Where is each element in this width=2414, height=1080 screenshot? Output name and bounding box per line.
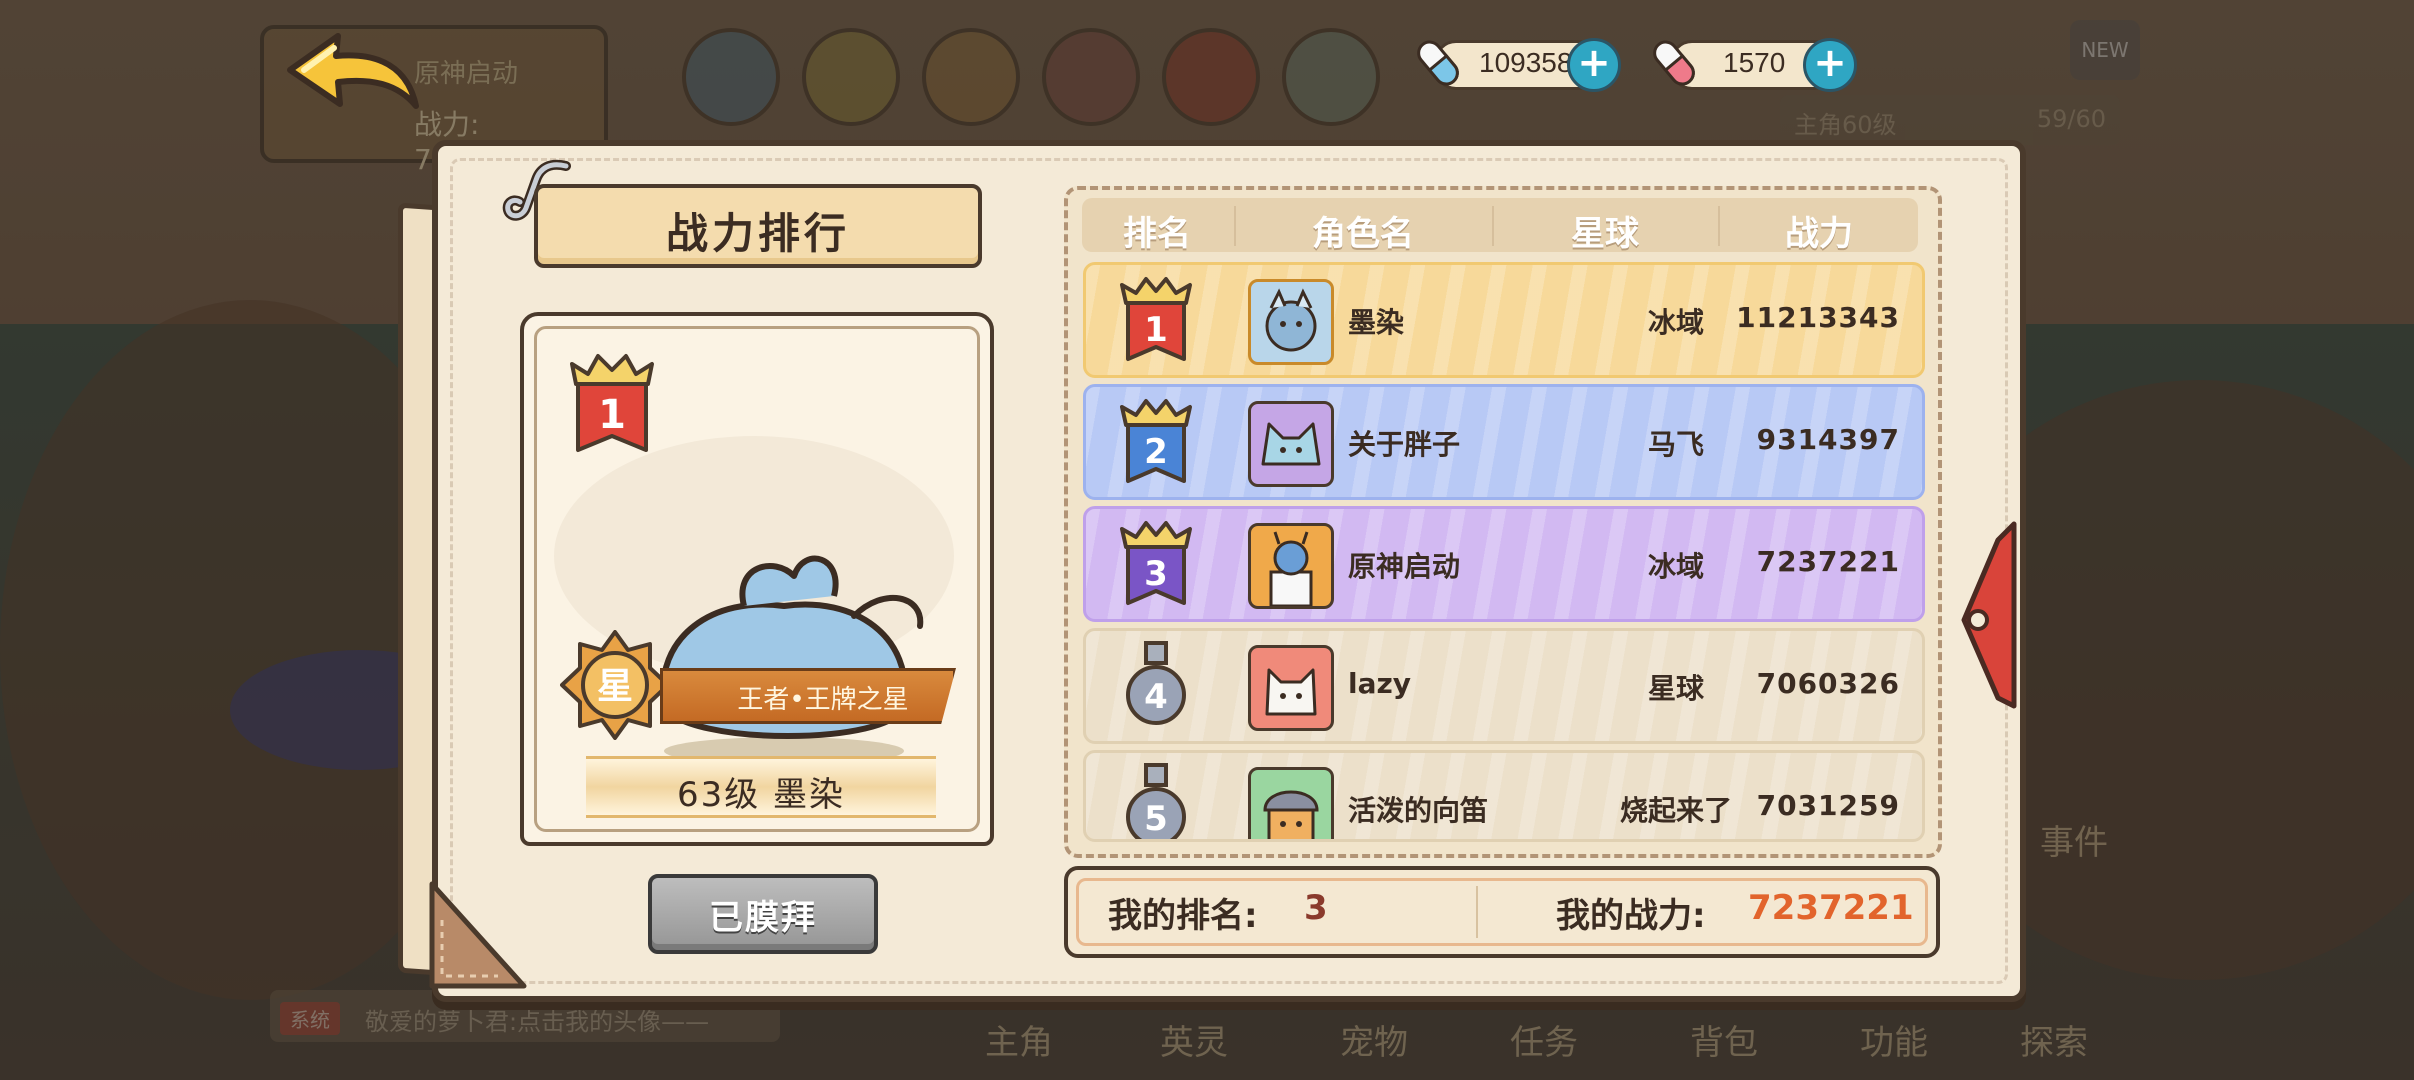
row-power: 7237221 (1756, 545, 1900, 578)
ranking-row[interactable]: 2 关于胖子 马飞 9314397 (1083, 384, 1925, 500)
player-title: 王者•王牌之星 (737, 685, 909, 715)
ranking-row[interactable]: 4 lazy 星球 7060326 (1083, 628, 1925, 744)
ranking-row[interactable]: 1 墨染 冰域 11213343 (1083, 262, 1925, 378)
add-blue-pill-button[interactable]: + (1567, 38, 1621, 92)
player-title-ribbon: 王者•王牌之星 (660, 668, 956, 724)
row-player-name: 关于胖子 (1348, 428, 1461, 461)
row-player-name: 墨染 (1348, 306, 1405, 339)
row-rank-number: 4 (1144, 677, 1168, 717)
star-rank-medal-icon: 星 (560, 630, 670, 740)
header-name: 角色名 (1312, 214, 1414, 254)
pink-pill-currency: 1570 + (1653, 38, 1857, 92)
rank-1-badge-icon: 1 (1120, 277, 1192, 361)
worship-button[interactable]: 已膜拜 (648, 874, 878, 954)
my-rank-label: 我的排名: (1108, 896, 1258, 936)
back-arrow-icon (287, 33, 419, 109)
helmet-cat-face-icon (1263, 790, 1319, 839)
player-level-name: 63级 墨染 (676, 775, 846, 815)
rank-2-badge-icon: 2 (1120, 399, 1192, 483)
white-cat-avatar[interactable] (1248, 645, 1334, 731)
row-power: 7060326 (1756, 667, 1900, 700)
worship-button-label: 已膜拜 (709, 898, 817, 938)
my-ranking-footer: 我的排名: 3 我的战力: 7237221 (1064, 866, 1940, 958)
pin-icon (1967, 609, 1989, 631)
row-power: 9314397 (1756, 423, 1900, 456)
header-power: 战力 (1785, 214, 1853, 254)
rank-4-medal-icon: 4 (1126, 641, 1186, 725)
helmet-cat-avatar[interactable] (1248, 767, 1334, 839)
row-rank-number: 2 (1144, 432, 1168, 472)
star-medal-char: 星 (597, 666, 633, 707)
ranking-row[interactable]: 3 原神启动 冰域 7237221 (1083, 506, 1925, 622)
add-pink-pill-button[interactable]: + (1803, 38, 1857, 92)
row-player-name: lazy (1348, 667, 1412, 700)
panel-corner-decoration (429, 881, 527, 989)
row-player-name: 活泼的向笛 (1348, 794, 1489, 827)
blue-pill-amount: 109358 (1479, 47, 1573, 78)
plus-icon: + (1577, 40, 1611, 86)
row-rank-number: 1 (1144, 310, 1168, 350)
cat-face-icon (1265, 668, 1317, 716)
pink-pill-icon (1653, 40, 1695, 86)
my-power-label: 我的战力: (1556, 896, 1706, 936)
rank-1-medal-icon: 1 (570, 354, 654, 452)
blue-pill-icon (1417, 40, 1459, 86)
side-red-tab[interactable] (1958, 520, 2018, 710)
row-power: 7031259 (1756, 789, 1900, 822)
row-player-name: 原神启动 (1348, 550, 1461, 583)
blue-wolf-avatar[interactable] (1248, 401, 1334, 487)
my-power-value: 7237221 (1748, 888, 1914, 928)
header-planet: 星球 (1571, 214, 1639, 254)
back-button[interactable] (280, 28, 420, 118)
blue-pet-sprite (659, 555, 924, 765)
panel-title: 战力排行 (665, 209, 850, 258)
dragon-face-icon (1265, 288, 1317, 352)
scientist-face-icon (1269, 531, 1313, 606)
blue-dragon-avatar[interactable] (1248, 279, 1334, 365)
my-rank-value: 3 (1304, 888, 1328, 928)
player-level-plate: 63级 墨染 (586, 756, 936, 818)
plus-icon: + (1813, 40, 1847, 86)
pink-pill-amount: 1570 (1723, 47, 1786, 78)
row-power: 11213343 (1736, 301, 1900, 334)
card-rank-number: 1 (598, 392, 626, 438)
row-rank-number: 5 (1144, 799, 1168, 839)
wolf-face-icon (1261, 422, 1321, 466)
blue-pill-currency: 109358 + (1417, 38, 1621, 92)
rank-5-medal-icon: 5 (1126, 763, 1186, 839)
ranking-table-header: 排名 角色名 星球 战力 (1082, 198, 1918, 254)
scientist-avatar[interactable] (1248, 523, 1334, 609)
footer-divider (1476, 886, 1478, 938)
ranking-row[interactable]: 5 活泼的向笛 烧起来了 7031259 (1083, 750, 1925, 842)
rank-3-badge-icon: 3 (1120, 521, 1192, 605)
header-rank: 排名 (1123, 214, 1191, 254)
panel-title-board: 战力排行 (534, 184, 982, 268)
row-rank-number: 3 (1144, 554, 1168, 594)
